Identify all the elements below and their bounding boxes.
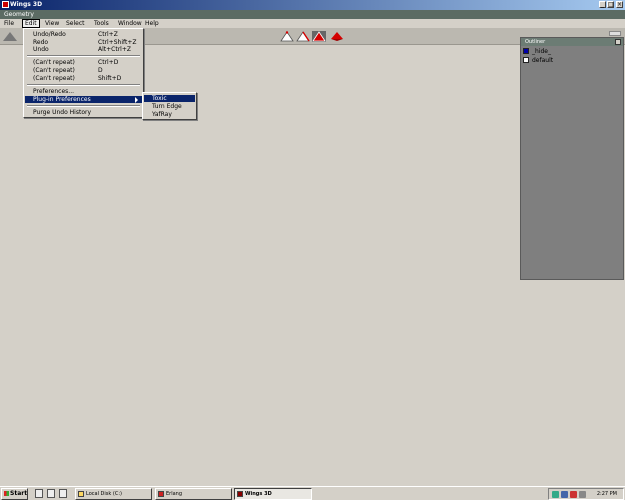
menubar: File Edit View Select Tools Window Help [0,19,625,28]
submenu-arrow-icon [135,97,138,103]
erlang-icon [158,491,164,497]
menu-separator [27,84,140,86]
submenu-item-turn-edge[interactable]: Turn Edge [144,103,195,110]
tray-network-icon[interactable] [552,491,559,498]
tray-app-icon[interactable] [561,491,568,498]
outliner-window: Outliner _hide_ default [520,37,624,280]
body-mode-icon [331,32,343,41]
edge-select-button[interactable] [296,31,310,42]
menu-item-undo-redo[interactable]: Undo/Redo Ctrl+Z [25,31,142,38]
menu-edit[interactable]: Edit [22,19,40,28]
folder-color-icon [523,48,529,54]
window-titlebar[interactable]: Wings 3D _ □ × [0,0,625,10]
menu-item-purge-undo[interactable]: Purge Undo History [25,109,142,116]
menu-separator [27,105,140,107]
outliner-title: Outliner [525,39,546,45]
wings3d-app-icon [2,1,9,8]
window-title: Wings 3D [10,1,43,8]
menu-item-redo[interactable]: Redo Ctrl+Shift+Z [25,39,142,46]
quicklaunch-explorer-icon[interactable] [59,489,67,498]
face-mode-icon [312,31,326,42]
menu-separator [27,55,140,57]
quicklaunch-ie-icon[interactable] [47,489,55,498]
menu-item-repeat-drag[interactable]: (Can't repeat) Shift+D [25,75,142,82]
folder-icon [78,491,84,497]
vertex-select-button[interactable] [280,31,294,42]
minimize-button[interactable]: _ [599,1,606,8]
outliner-item-default[interactable]: default [523,57,553,64]
taskbar-clock[interactable]: 2:27 PM [597,491,617,498]
menu-select[interactable]: Select [64,20,87,27]
material-icon [523,57,529,63]
menu-item-repeat[interactable]: (Can't repeat) Ctrl+D [25,59,142,66]
body-select-button[interactable] [330,31,344,42]
menu-item-undo[interactable]: Undo Alt+Ctrl+Z [25,46,142,53]
menu-file[interactable]: File [2,20,16,27]
menu-tools[interactable]: Tools [92,20,111,27]
tray-security-icon[interactable] [570,491,577,498]
menu-item-preferences[interactable]: Preferences... [25,88,142,95]
system-tray: 2:27 PM [548,488,624,500]
menu-item-repeat-args[interactable]: (Can't repeat) D [25,67,142,74]
outliner-close-icon[interactable] [615,39,621,45]
start-button[interactable]: Start [1,488,28,500]
tray-volume-icon[interactable] [579,491,586,498]
task-wings3d[interactable]: Wings 3D [234,488,312,500]
quicklaunch-desktop-icon[interactable] [35,489,43,498]
maximize-button[interactable]: □ [607,1,614,8]
menu-help[interactable]: Help [143,20,161,27]
menu-view[interactable]: View [43,20,61,27]
outliner-titlebar[interactable]: Outliner [521,38,623,46]
plugin-preferences-submenu: Toxic Turn Edge YafRay [142,92,197,120]
submenu-item-yafray[interactable]: YafRay [144,111,195,118]
taskbar: Start Local Disk (C:) Erlang Wings 3D 2:… [0,486,625,500]
windows-logo-icon [4,491,9,496]
toolbar-right-button[interactable] [609,31,621,36]
task-local-disk[interactable]: Local Disk (C:) [75,488,152,500]
outliner-item-hide[interactable]: _hide_ [523,48,551,55]
geometry-label: Geometry [4,11,34,18]
menu-item-plugin-preferences[interactable]: Plug-in Preferences [25,96,142,103]
submenu-item-toxic[interactable]: Toxic [144,95,195,102]
geometry-window-bar: Geometry [0,10,625,19]
shape-icon[interactable] [3,32,17,41]
face-select-button[interactable] [312,31,326,42]
close-button[interactable]: × [616,1,623,8]
wings3d-task-icon [237,491,243,497]
edge-mode-icon [296,31,310,42]
vertex-mode-icon [280,31,294,42]
edit-menu-dropdown: Undo/Redo Ctrl+Z Redo Ctrl+Shift+Z Undo Alt… [23,28,144,118]
menu-window[interactable]: Window [116,20,144,27]
task-erlang[interactable]: Erlang [155,488,232,500]
